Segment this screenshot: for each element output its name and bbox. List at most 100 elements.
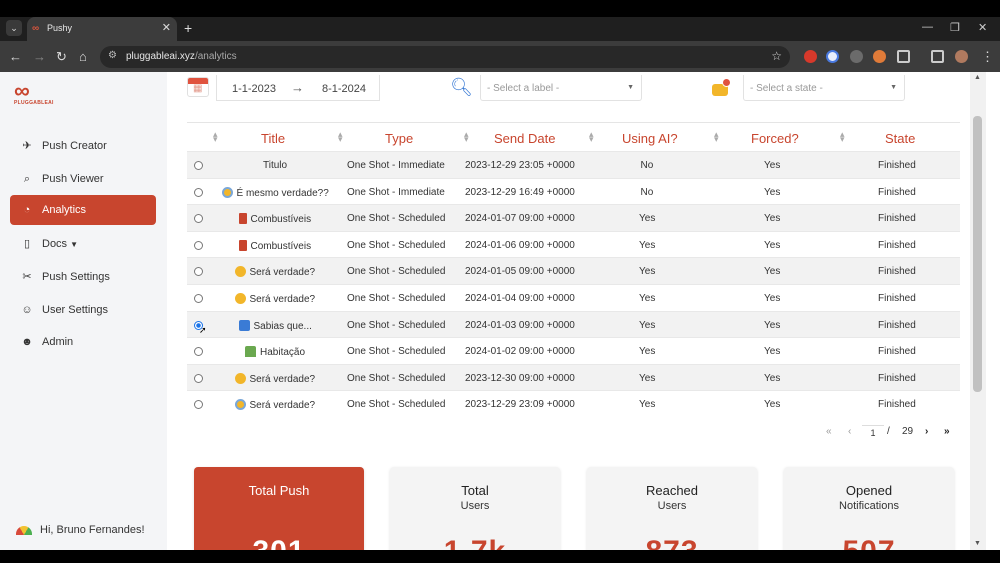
row-radio[interactable] bbox=[194, 373, 203, 383]
date-range-picker[interactable]: 1-1-2023 → 8-1-2024 bbox=[216, 75, 380, 101]
sidebar-item-push-settings[interactable]: ✂ Push Settings bbox=[10, 262, 156, 292]
browser-tab[interactable]: ∞ Pushy ✕ bbox=[27, 17, 177, 41]
reload-icon[interactable]: ↻ bbox=[56, 49, 67, 65]
sort-icon[interactable]: ▴ ▾ bbox=[840, 130, 845, 144]
extension-icon[interactable] bbox=[873, 50, 886, 63]
cell-state: Finished bbox=[878, 266, 916, 277]
cell-type-text: One Shot - Scheduled bbox=[347, 319, 446, 331]
row-radio[interactable] bbox=[194, 347, 203, 357]
profile-avatar[interactable] bbox=[955, 50, 968, 63]
table-row[interactable]: Combustíveis One Shot - Scheduled 2024-01-… bbox=[187, 230, 960, 258]
cell-state: Finished bbox=[878, 160, 916, 171]
sort-icon[interactable]: ▴ ▾ bbox=[714, 130, 719, 144]
cell-send-date-text: 2023-12-29 23:05 +0000 bbox=[465, 160, 575, 171]
side-panel-icon[interactable] bbox=[931, 50, 944, 63]
card-value: 873 bbox=[587, 535, 757, 550]
sort-icon[interactable]: ▴ ▾ bbox=[589, 130, 594, 144]
label-select[interactable]: - Select a label - ▼ bbox=[480, 75, 642, 101]
scroll-down-icon[interactable]: ▼ bbox=[974, 540, 981, 547]
sort-icon[interactable]: ▴ ▾ bbox=[464, 130, 469, 144]
tab-bar: ⌄ ∞ Pushy ✕ + — ❐ ✕ bbox=[0, 17, 1000, 41]
app-logo[interactable]: ∞ PLUGGABLEAI bbox=[14, 80, 53, 107]
sidebar-item-user-settings[interactable]: ☺ User Settings bbox=[10, 295, 156, 325]
scream-face-icon bbox=[234, 399, 246, 411]
back-icon[interactable]: ← bbox=[9, 49, 22, 64]
cell-title: Será verdade? bbox=[234, 293, 315, 305]
cell-type-text: One Shot - Scheduled bbox=[347, 372, 446, 384]
cell-using-ai: Yes bbox=[639, 399, 655, 410]
page-number-input[interactable]: 1 bbox=[862, 425, 884, 439]
cell-title: Sabias que... bbox=[238, 319, 312, 332]
sidebar-item-admin[interactable]: ☻ Admin bbox=[10, 327, 156, 357]
cell-state: Finished bbox=[878, 240, 916, 251]
table-row[interactable]: Será verdade? One Shot - Scheduled 2023-12… bbox=[187, 363, 960, 391]
close-window-icon[interactable]: ✕ bbox=[978, 21, 987, 34]
cell-using-ai-text: Yes bbox=[639, 319, 656, 331]
maximize-icon[interactable]: ❐ bbox=[950, 21, 960, 34]
first-page-icon[interactable]: « bbox=[826, 426, 832, 437]
row-radio[interactable] bbox=[194, 214, 203, 224]
cell-type-text: One Shot - Scheduled bbox=[347, 213, 446, 225]
tab-search-button[interactable]: ⌄ bbox=[6, 20, 22, 36]
state-select[interactable]: - Select a state - ▼ bbox=[743, 75, 905, 101]
table-row[interactable]: Será verdade? One Shot - Scheduled 2024-01… bbox=[187, 284, 960, 311]
sidebar-item-push-creator[interactable]: ✈ Push Creator bbox=[10, 131, 156, 161]
user-greeting[interactable]: Hi, Bruno Fernandes! bbox=[16, 524, 145, 536]
row-radio[interactable] bbox=[194, 294, 203, 303]
sidebar-item-analytics[interactable]: ◔ Analytics bbox=[10, 195, 156, 225]
close-tab-icon[interactable]: ✕ bbox=[162, 21, 171, 34]
column-header-title[interactable]: Title bbox=[261, 131, 285, 146]
sort-icon[interactable]: ▴ ▾ bbox=[213, 130, 218, 144]
scroll-up-icon[interactable]: ▲ bbox=[974, 74, 981, 81]
browser-menu-icon[interactable]: ⋮ bbox=[981, 49, 994, 65]
extension-icon[interactable] bbox=[826, 50, 839, 63]
sidebar-item-docs[interactable]: ▯ Docs ▼ bbox=[10, 229, 156, 259]
forward-icon[interactable]: → bbox=[33, 49, 46, 64]
caret-down-icon: ▼ bbox=[627, 84, 634, 91]
row-radio[interactable] bbox=[194, 400, 203, 410]
sidebar-item-push-viewer[interactable]: ⌕ Push Viewer bbox=[10, 164, 156, 194]
home-icon[interactable]: ⌂ bbox=[79, 49, 87, 64]
site-info-icon[interactable]: ⚙ bbox=[108, 50, 117, 61]
cell-state-text: Finished bbox=[878, 266, 916, 278]
row-radio[interactable] bbox=[194, 161, 203, 170]
next-page-icon[interactable]: › bbox=[925, 426, 928, 437]
tab-favicon-icon: ∞ bbox=[32, 23, 40, 34]
label-select-placeholder: - Select a label - bbox=[487, 83, 560, 94]
column-header-type[interactable]: Type bbox=[385, 131, 413, 146]
minimize-icon[interactable]: — bbox=[922, 21, 933, 33]
gauge-icon bbox=[16, 525, 32, 535]
table-row[interactable]: Será verdade? One Shot - Scheduled 2023-12… bbox=[187, 390, 960, 417]
cell-state-text: Finished bbox=[878, 346, 916, 358]
extension-icon[interactable] bbox=[804, 50, 817, 63]
prev-page-icon[interactable]: ‹ bbox=[848, 426, 851, 437]
column-header-state[interactable]: State bbox=[885, 131, 915, 146]
extensions-puzzle-icon[interactable] bbox=[897, 50, 910, 63]
table-row[interactable]: É mesmo verdade?? One Shot - Immediate 202… bbox=[187, 177, 960, 205]
cell-title-text: Combustíveis bbox=[250, 214, 312, 226]
sort-icon[interactable]: ▴ ▾ bbox=[338, 130, 343, 144]
extension-icon[interactable] bbox=[850, 50, 863, 63]
column-header-forced[interactable]: Forced? bbox=[751, 131, 799, 146]
row-radio[interactable] bbox=[194, 240, 203, 250]
table-row[interactable]: Titulo One Shot - Immediate 2023-12-29 23:… bbox=[187, 151, 960, 178]
column-header-using-ai[interactable]: Using AI? bbox=[622, 131, 678, 146]
table-row[interactable]: Combustíveis One Shot - Scheduled 2024-01-… bbox=[187, 204, 960, 231]
page-scrollbar[interactable]: ▲ ▼ bbox=[970, 72, 986, 550]
url-field[interactable]: ⚙ pluggableai.xyz/analytics ☆ bbox=[100, 46, 790, 68]
column-header-send-date[interactable]: Send Date bbox=[494, 131, 555, 146]
table-row[interactable]: ➚ Sabias que... One Shot - Scheduled 2024-0… bbox=[187, 310, 960, 338]
cell-forced: Yes bbox=[764, 187, 780, 198]
table-row[interactable]: Habitação One Shot - Scheduled 2024-01-02 … bbox=[187, 337, 960, 364]
cell-send-date: 2024-01-05 09:00 +0000 bbox=[465, 266, 575, 277]
url-text: pluggableai.xyz/analytics bbox=[126, 51, 237, 62]
last-page-icon[interactable]: » bbox=[944, 426, 950, 437]
calendar-icon[interactable] bbox=[187, 77, 209, 97]
scroll-thumb[interactable] bbox=[973, 116, 982, 392]
arrow-right-icon: → bbox=[291, 80, 304, 95]
new-tab-icon[interactable]: + bbox=[184, 20, 192, 36]
bookmark-star-icon[interactable]: ☆ bbox=[771, 49, 782, 63]
row-radio[interactable] bbox=[194, 267, 203, 277]
table-row[interactable]: Será verdade? One Shot - Scheduled 2024-01… bbox=[187, 257, 960, 284]
row-radio[interactable] bbox=[194, 187, 203, 197]
